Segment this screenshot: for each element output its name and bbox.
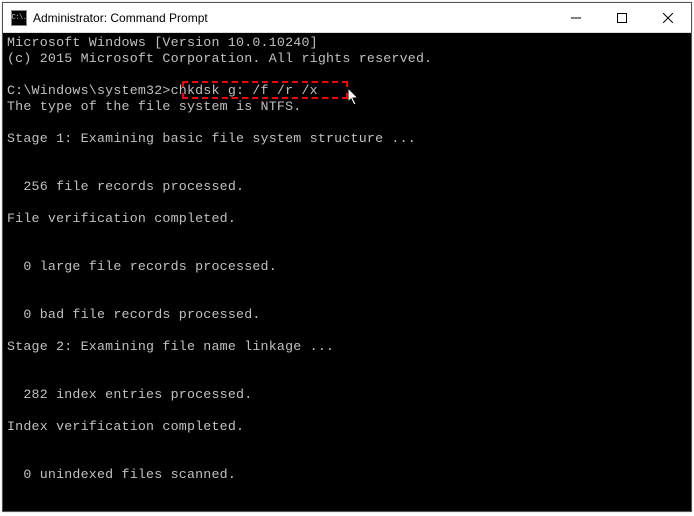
terminal-line (7, 403, 687, 419)
terminal-line (7, 115, 687, 131)
terminal-line (7, 355, 687, 371)
terminal-line: File verification completed. (7, 211, 687, 227)
terminal-output[interactable]: Microsoft Windows [Version 10.0.10240](c… (3, 33, 691, 511)
terminal-line: 256 file records processed. (7, 179, 687, 195)
terminal-line (7, 291, 687, 307)
terminal-line (7, 243, 687, 259)
terminal-line: C:\Windows\system32>chkdsk g: /f /r /x (7, 83, 687, 99)
terminal-line (7, 371, 687, 387)
terminal-line: (c) 2015 Microsoft Corporation. All righ… (7, 51, 687, 67)
terminal-line (7, 451, 687, 467)
cmd-icon: C:\. (11, 10, 27, 26)
terminal-line: 0 large file records processed. (7, 259, 687, 275)
maximize-button[interactable] (599, 3, 645, 33)
terminal-line (7, 227, 687, 243)
window-controls (553, 3, 691, 32)
terminal-line: Stage 1: Examining basic file system str… (7, 131, 687, 147)
terminal-line (7, 67, 687, 83)
window-title: Administrator: Command Prompt (33, 11, 553, 25)
terminal-line (7, 275, 687, 291)
minimize-button[interactable] (553, 3, 599, 33)
terminal-line: 0 bad file records processed. (7, 307, 687, 323)
terminal-line: Stage 2: Examining file name linkage ... (7, 339, 687, 355)
command-prompt-window: C:\. Administrator: Command Prompt Micro… (2, 2, 692, 512)
terminal-line (7, 323, 687, 339)
terminal-line (7, 435, 687, 451)
terminal-line: Microsoft Windows [Version 10.0.10240] (7, 35, 687, 51)
terminal-line (7, 195, 687, 211)
terminal-line (7, 147, 687, 163)
titlebar[interactable]: C:\. Administrator: Command Prompt (3, 3, 691, 33)
terminal-line: The type of the file system is NTFS. (7, 99, 687, 115)
close-button[interactable] (645, 3, 691, 33)
terminal-line: 282 index entries processed. (7, 387, 687, 403)
terminal-line: 0 unindexed files scanned. (7, 467, 687, 483)
terminal-line: Index verification completed. (7, 419, 687, 435)
terminal-line (7, 163, 687, 179)
